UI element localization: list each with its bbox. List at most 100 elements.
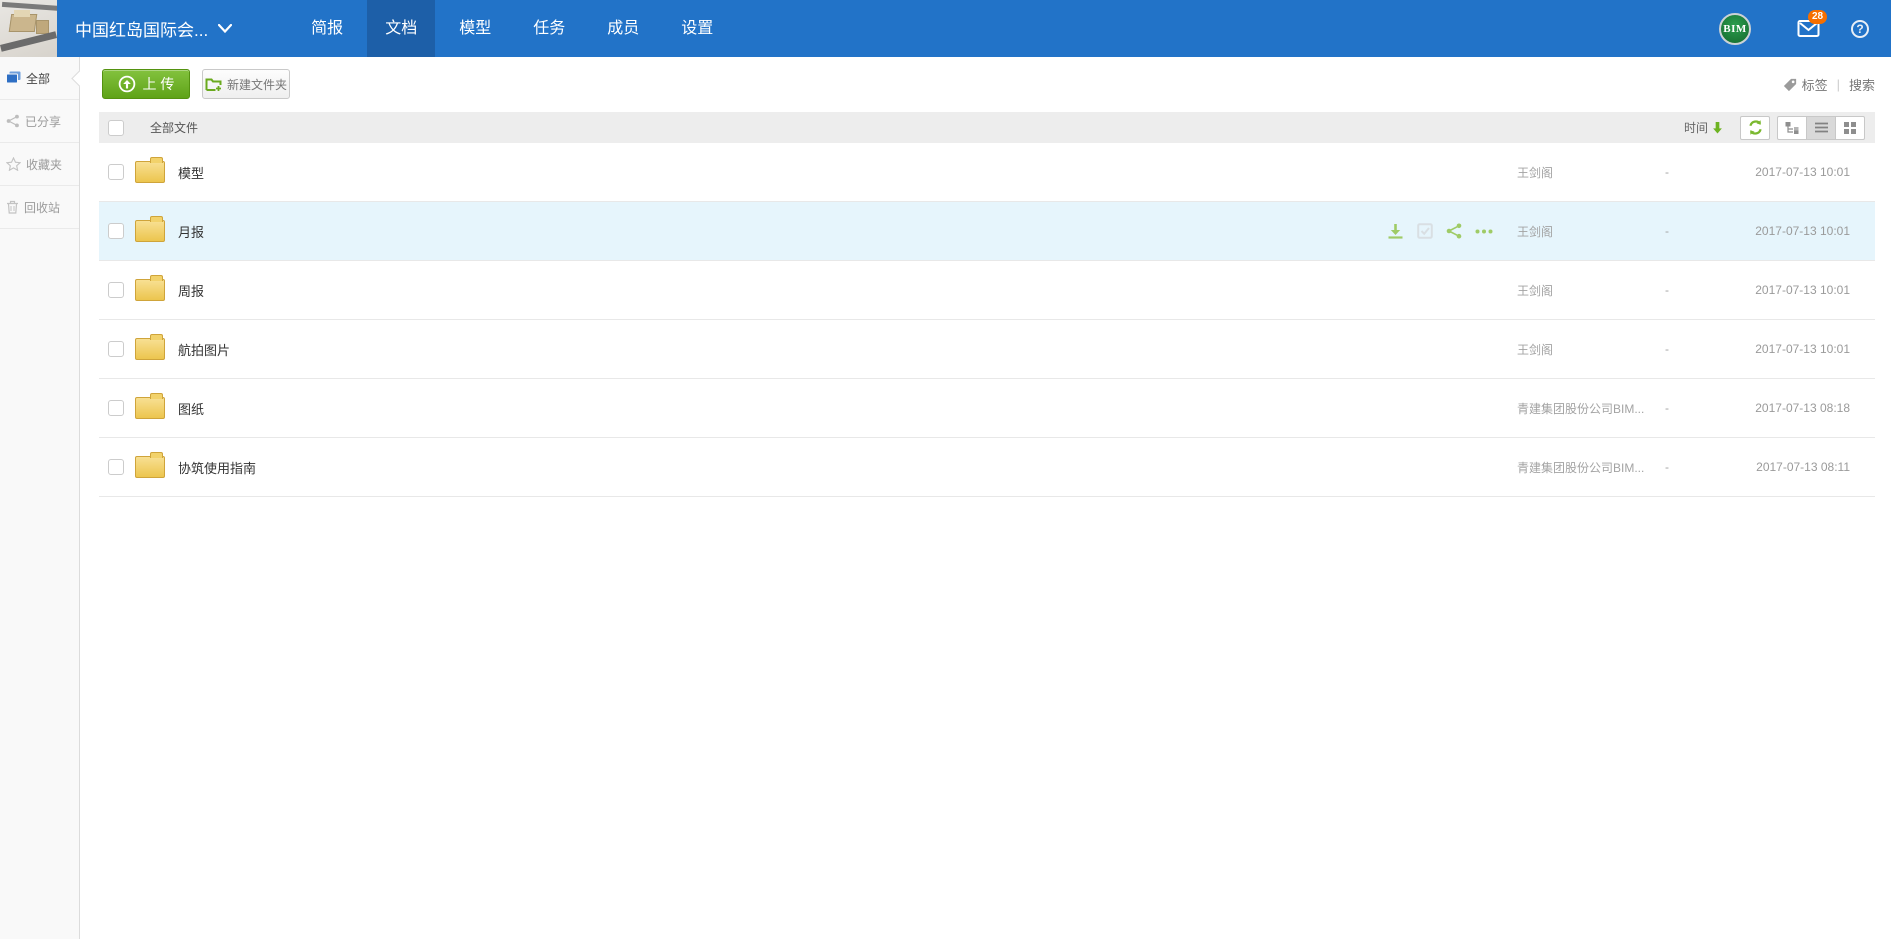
file-row[interactable]: 图纸 青建集团股份公司BIM... - 2017-07-13 08:18 xyxy=(99,379,1875,438)
download-button[interactable] xyxy=(1387,223,1404,239)
tree-view-button[interactable] xyxy=(1777,116,1807,140)
file-size: - xyxy=(1665,224,1669,238)
all-files-icon xyxy=(6,71,21,85)
new-folder-label: 新建文件夹 xyxy=(227,76,287,93)
upload-button[interactable]: 上 传 xyxy=(102,69,190,99)
list-view-button[interactable] xyxy=(1806,116,1836,140)
folder-icon xyxy=(135,279,165,301)
share-button[interactable] xyxy=(1446,223,1462,239)
file-name[interactable]: 月报 xyxy=(178,222,204,241)
file-name[interactable]: 航拍图片 xyxy=(178,340,230,359)
sidebar-item-label: 收藏夹 xyxy=(26,156,62,173)
download-icon xyxy=(1387,223,1404,239)
help-button[interactable]: ? xyxy=(1851,20,1869,38)
more-dots-icon xyxy=(1475,229,1493,234)
file-name[interactable]: 协筑使用指南 xyxy=(178,458,256,477)
project-title: 中国红岛国际会... xyxy=(75,16,208,41)
upload-icon xyxy=(118,75,136,93)
row-checkbox[interactable] xyxy=(108,164,124,180)
bim-logo-text: BIM xyxy=(1723,23,1747,35)
list-header: 全部文件 时间 xyxy=(99,112,1875,143)
file-row[interactable]: 航拍图片 王剑阁 - 2017-07-13 10:01 xyxy=(99,320,1875,379)
list-view-icon xyxy=(1815,122,1828,133)
folder-icon xyxy=(135,397,165,419)
tree-view-icon xyxy=(1785,121,1800,134)
file-owner: 王剑阁 xyxy=(1517,282,1662,299)
row-checkbox[interactable] xyxy=(108,459,124,475)
file-owner: 青建集团股份公司BIM... xyxy=(1517,400,1662,417)
thumbnail-building xyxy=(36,20,49,34)
file-owner: 青建集团股份公司BIM... xyxy=(1517,459,1662,476)
messages-button[interactable]: 28 xyxy=(1797,19,1821,39)
row-checkbox[interactable] xyxy=(108,400,124,416)
sort-desc-icon xyxy=(1712,121,1723,134)
file-time: 2017-07-13 10:01 xyxy=(1755,165,1850,179)
tab-briefing[interactable]: 简报 xyxy=(293,0,361,57)
rename-check-icon xyxy=(1417,223,1433,239)
star-icon xyxy=(6,157,21,171)
tab-models[interactable]: 模型 xyxy=(441,0,509,57)
file-name[interactable]: 模型 xyxy=(178,163,204,182)
file-name[interactable]: 周报 xyxy=(178,281,204,300)
toolbar-right: 标签 | 搜索 xyxy=(1783,57,1875,112)
sidebar-item-favorites[interactable]: 收藏夹 xyxy=(0,143,79,186)
file-row[interactable]: 模型 王剑阁 - 2017-07-13 10:01 xyxy=(99,143,1875,202)
top-navbar: 中国红岛国际会... 简报 文档 模型 任务 成员 设置 BIM 28 ? xyxy=(0,0,1891,57)
select-all-checkbox[interactable] xyxy=(108,120,124,136)
tab-documents[interactable]: 文档 xyxy=(367,0,435,57)
search-button[interactable]: 搜索 xyxy=(1849,75,1875,94)
share-icon xyxy=(6,114,20,128)
grid-view-icon xyxy=(1844,122,1856,134)
tags-button[interactable]: 标签 xyxy=(1783,75,1828,94)
new-folder-button[interactable]: 新建文件夹 xyxy=(202,69,290,99)
sidebar-item-shared[interactable]: 已分享 xyxy=(0,100,79,143)
sidebar-item-all[interactable]: 全部 xyxy=(0,57,79,100)
file-size: - xyxy=(1665,460,1669,474)
row-checkbox[interactable] xyxy=(108,341,124,357)
project-switcher[interactable]: 中国红岛国际会... xyxy=(75,16,232,41)
rename-button[interactable] xyxy=(1417,223,1433,239)
new-folder-icon xyxy=(205,77,222,92)
refresh-icon xyxy=(1747,119,1764,136)
file-time: 2017-07-13 10:01 xyxy=(1755,283,1850,297)
sort-by-time[interactable]: 时间 xyxy=(1684,119,1723,136)
file-time: 2017-07-13 08:11 xyxy=(1756,460,1850,474)
refresh-button[interactable] xyxy=(1740,116,1770,140)
main-nav-tabs: 简报 文档 模型 任务 成员 设置 xyxy=(290,0,734,57)
share-icon xyxy=(1446,223,1462,239)
tab-settings[interactable]: 设置 xyxy=(663,0,731,57)
chevron-down-icon xyxy=(218,24,232,33)
project-thumbnail[interactable] xyxy=(0,0,57,57)
file-row[interactable]: 协筑使用指南 青建集团股份公司BIM... - 2017-07-13 08:11 xyxy=(99,438,1875,497)
file-name[interactable]: 图纸 xyxy=(178,399,204,418)
bim-logo[interactable]: BIM xyxy=(1719,13,1751,45)
sidebar-item-label: 回收站 xyxy=(24,199,60,216)
file-time: 2017-07-13 10:01 xyxy=(1755,342,1850,356)
left-sidebar: 全部 已分享 收藏夹 回收站 xyxy=(0,57,80,939)
toolbar: 上 传 新建文件夹 标签 | xyxy=(80,57,1891,112)
file-row[interactable]: 周报 王剑阁 - 2017-07-13 10:01 xyxy=(99,261,1875,320)
list-header-controls: 时间 xyxy=(1684,112,1865,143)
grid-view-button[interactable] xyxy=(1835,116,1865,140)
notification-badge: 28 xyxy=(1808,10,1827,24)
row-actions xyxy=(1387,223,1493,239)
tab-tasks[interactable]: 任务 xyxy=(515,0,583,57)
help-icon: ? xyxy=(1856,22,1863,36)
upload-label: 上 传 xyxy=(143,74,175,94)
sidebar-item-label: 已分享 xyxy=(25,113,61,130)
row-checkbox[interactable] xyxy=(108,282,124,298)
tab-members[interactable]: 成员 xyxy=(589,0,657,57)
tag-icon xyxy=(1783,78,1797,92)
more-actions-button[interactable] xyxy=(1475,229,1493,234)
sort-label: 时间 xyxy=(1684,119,1708,136)
select-all-label: 全部文件 xyxy=(150,119,198,136)
folder-icon xyxy=(135,338,165,360)
tags-label: 标签 xyxy=(1802,75,1828,94)
folder-icon xyxy=(135,220,165,242)
row-checkbox[interactable] xyxy=(108,223,124,239)
file-row-hovered[interactable]: 月报 xyxy=(99,202,1875,261)
file-time: 2017-07-13 10:01 xyxy=(1755,224,1850,238)
sidebar-item-recycle[interactable]: 回收站 xyxy=(0,186,79,229)
file-size: - xyxy=(1665,401,1669,415)
folder-icon xyxy=(135,456,165,478)
